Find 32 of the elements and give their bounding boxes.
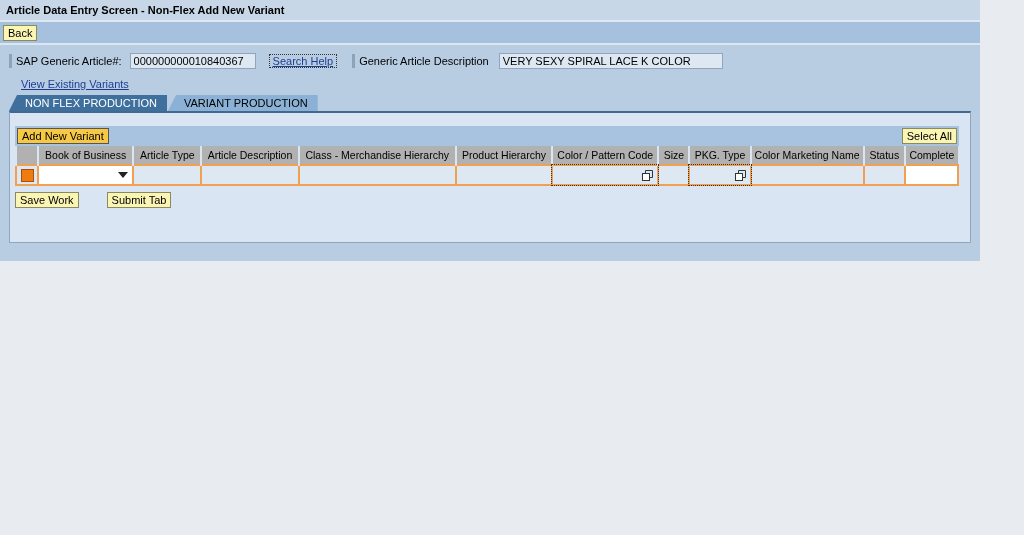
dropdown-field[interactable]	[38, 165, 134, 185]
table-cell	[133, 165, 202, 185]
tab[interactable]: VARIANT PRODUCTION	[168, 95, 318, 111]
view-variants-link[interactable]: View Existing Variants	[21, 78, 971, 91]
select-all-button[interactable]: Select All	[901, 128, 957, 144]
column-header: Article Type	[133, 146, 202, 165]
back-button[interactable]: Back	[3, 24, 38, 41]
window-title: Article Data Entry Screen - Non-Flex Add New Variant	[0, 0, 980, 22]
header-cell	[16, 146, 39, 165]
article-number-field[interactable]: 000000000010840367	[129, 53, 256, 69]
field-label: Generic Article Description	[359, 55, 489, 67]
table-cell[interactable]	[552, 165, 659, 185]
column-header: Status	[863, 146, 905, 165]
value-help-icon[interactable]	[642, 170, 654, 181]
tab[interactable]: NON FLEX PRODUCTION	[9, 95, 167, 111]
column-header: Class - Merchandise Hierarchy	[298, 146, 456, 165]
row-select-indicator[interactable]	[20, 168, 34, 182]
caret-icon	[118, 172, 129, 178]
column-header: Article Description	[201, 146, 299, 165]
value-help-icon[interactable]	[734, 170, 746, 181]
description-field[interactable]: VERY SEXY SPIRAL LACE K COLOR	[498, 53, 723, 69]
search-help-link[interactable]: Search Help	[269, 55, 337, 67]
add-variant-button[interactable]: Add New Variant	[17, 128, 109, 144]
row-selector[interactable]	[16, 165, 39, 185]
footer-button[interactable]: Submit Tab	[106, 192, 172, 208]
field-label: SAP Generic Article#:	[16, 55, 122, 67]
footer-button[interactable]: Save Work	[15, 192, 79, 208]
table-cell	[863, 165, 905, 185]
table-cell[interactable]	[689, 165, 751, 185]
input-field[interactable]	[904, 165, 958, 185]
column-header: Complete	[904, 146, 958, 165]
column-header: Color Marketing Name	[750, 146, 864, 165]
